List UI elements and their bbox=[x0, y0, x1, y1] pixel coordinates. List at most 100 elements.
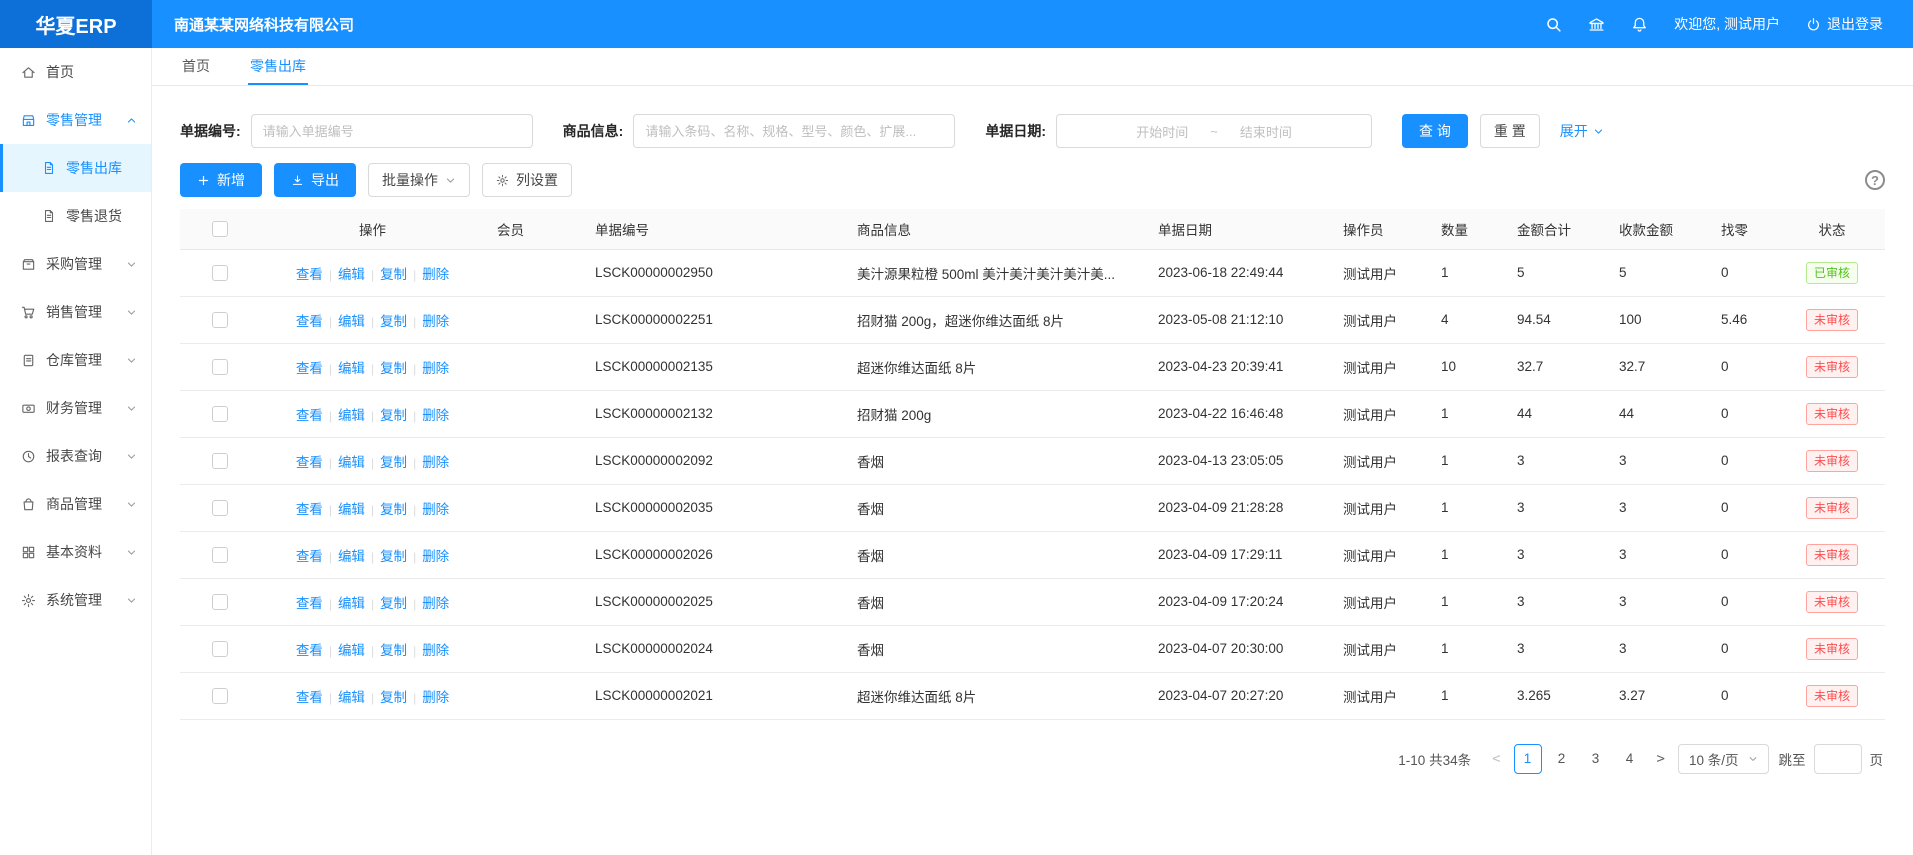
add-button[interactable]: 新增 bbox=[180, 163, 262, 197]
view-link[interactable]: 查看 bbox=[296, 361, 323, 376]
view-link[interactable]: 查看 bbox=[296, 643, 323, 658]
sidebar-item-sales[interactable]: 销售管理 bbox=[0, 288, 151, 336]
sidebar-item-retail-return[interactable]: 零售退货 bbox=[0, 192, 151, 240]
sidebar-item-report[interactable]: 报表查询 bbox=[0, 432, 151, 480]
edit-link[interactable]: 编辑 bbox=[338, 267, 365, 282]
delete-link[interactable]: 删除 bbox=[422, 361, 449, 376]
delete-link[interactable]: 删除 bbox=[422, 314, 449, 329]
delete-link[interactable]: 删除 bbox=[422, 596, 449, 611]
copy-link[interactable]: 复制 bbox=[380, 314, 407, 329]
sidebar-item-retail[interactable]: 零售管理 bbox=[0, 96, 151, 144]
delete-link[interactable]: 删除 bbox=[422, 690, 449, 705]
delete-link[interactable]: 删除 bbox=[422, 267, 449, 282]
date-range-picker[interactable]: 开始时间 ~ 结束时间 bbox=[1056, 114, 1372, 148]
edit-link[interactable]: 编辑 bbox=[338, 455, 365, 470]
edit-link[interactable]: 编辑 bbox=[338, 408, 365, 423]
sidebar-item-finance[interactable]: 财务管理 bbox=[0, 384, 151, 432]
row-checkbox[interactable] bbox=[212, 359, 228, 375]
row-checkbox[interactable] bbox=[212, 688, 228, 704]
copy-link[interactable]: 复制 bbox=[380, 596, 407, 611]
row-checkbox[interactable] bbox=[212, 500, 228, 516]
page-button-4[interactable]: 4 bbox=[1616, 744, 1644, 774]
view-link[interactable]: 查看 bbox=[296, 408, 323, 423]
row-checkbox[interactable] bbox=[212, 453, 228, 469]
expand-link[interactable]: 展开 bbox=[1560, 121, 1604, 141]
copy-link[interactable]: 复制 bbox=[380, 643, 407, 658]
row-checkbox[interactable] bbox=[212, 406, 228, 422]
reset-button[interactable]: 重 置 bbox=[1480, 114, 1540, 148]
copy-link[interactable]: 复制 bbox=[380, 549, 407, 564]
edit-link[interactable]: 编辑 bbox=[338, 596, 365, 611]
product-input[interactable] bbox=[633, 114, 955, 148]
tab-retail-outbound[interactable]: 零售出库 bbox=[248, 48, 308, 85]
cell-product: 招财猫 200g bbox=[845, 390, 1146, 437]
view-link[interactable]: 查看 bbox=[296, 690, 323, 705]
welcome-user[interactable]: 欢迎您, 测试用户 bbox=[1674, 14, 1780, 34]
sidebar-item-system[interactable]: 系统管理 bbox=[0, 576, 151, 624]
cell-total: 3 bbox=[1505, 484, 1607, 531]
view-link[interactable]: 查看 bbox=[296, 314, 323, 329]
cell-change: 5.46 bbox=[1709, 296, 1779, 343]
row-checkbox[interactable] bbox=[212, 594, 228, 610]
copy-link[interactable]: 复制 bbox=[380, 455, 407, 470]
edit-link[interactable]: 编辑 bbox=[338, 361, 365, 376]
copy-link[interactable]: 复制 bbox=[380, 690, 407, 705]
app-logo[interactable]: 华夏ERP bbox=[0, 0, 152, 48]
view-link[interactable]: 查看 bbox=[296, 502, 323, 517]
row-checkbox[interactable] bbox=[212, 265, 228, 281]
delete-link[interactable]: 删除 bbox=[422, 408, 449, 423]
delete-link[interactable]: 删除 bbox=[422, 643, 449, 658]
sidebar-item-home[interactable]: 首页 bbox=[0, 48, 151, 96]
chevron-down-icon bbox=[126, 403, 137, 414]
page-button-2[interactable]: 2 bbox=[1548, 744, 1576, 774]
bell-icon[interactable] bbox=[1631, 16, 1648, 33]
column-header-9: 找零 bbox=[1709, 209, 1779, 249]
bill-no-input[interactable] bbox=[251, 114, 533, 148]
cell-status: 未审核 bbox=[1779, 625, 1885, 672]
edit-link[interactable]: 编辑 bbox=[338, 690, 365, 705]
sidebar-item-label: 系统管理 bbox=[46, 590, 126, 610]
page-button-1[interactable]: 1 bbox=[1514, 744, 1542, 774]
tab-home[interactable]: 首页 bbox=[180, 48, 212, 85]
row-checkbox[interactable] bbox=[212, 641, 228, 657]
sidebar-item-product[interactable]: 商品管理 bbox=[0, 480, 151, 528]
search-button[interactable]: 查 询 bbox=[1402, 114, 1468, 148]
delete-link[interactable]: 删除 bbox=[422, 502, 449, 517]
edit-link[interactable]: 编辑 bbox=[338, 314, 365, 329]
sidebar-item-warehouse[interactable]: 仓库管理 bbox=[0, 336, 151, 384]
view-link[interactable]: 查看 bbox=[296, 267, 323, 282]
page-size-select[interactable]: 10 条/页 bbox=[1678, 744, 1769, 774]
row-checkbox[interactable] bbox=[212, 312, 228, 328]
delete-link[interactable]: 删除 bbox=[422, 455, 449, 470]
view-link[interactable]: 查看 bbox=[296, 549, 323, 564]
edit-link[interactable]: 编辑 bbox=[338, 643, 365, 658]
batch-actions-button[interactable]: 批量操作 bbox=[368, 163, 470, 197]
view-link[interactable]: 查看 bbox=[296, 596, 323, 611]
copy-link[interactable]: 复制 bbox=[380, 408, 407, 423]
edit-link[interactable]: 编辑 bbox=[338, 549, 365, 564]
page-button-3[interactable]: 3 bbox=[1582, 744, 1610, 774]
sidebar-item-basic[interactable]: 基本资料 bbox=[0, 528, 151, 576]
help-icon[interactable]: ? bbox=[1865, 170, 1885, 190]
jump-page-input[interactable] bbox=[1814, 744, 1862, 774]
edit-link[interactable]: 编辑 bbox=[338, 502, 365, 517]
copy-link[interactable]: 复制 bbox=[380, 267, 407, 282]
export-button[interactable]: 导出 bbox=[274, 163, 356, 197]
select-all-checkbox[interactable] bbox=[212, 221, 228, 237]
bank-icon[interactable] bbox=[1588, 16, 1605, 33]
action-divider: | bbox=[413, 644, 416, 658]
search-icon[interactable] bbox=[1545, 16, 1562, 33]
column-settings-button[interactable]: 列设置 bbox=[482, 163, 572, 197]
bill-no-label: 单据编号: bbox=[180, 121, 241, 141]
action-divider: | bbox=[371, 503, 374, 517]
logout-button[interactable]: 退出登录 bbox=[1806, 14, 1883, 34]
row-checkbox[interactable] bbox=[212, 547, 228, 563]
prev-page-button[interactable]: < bbox=[1489, 751, 1503, 767]
next-page-button[interactable]: > bbox=[1654, 751, 1668, 767]
delete-link[interactable]: 删除 bbox=[422, 549, 449, 564]
sidebar-item-retail-outbound[interactable]: 零售出库 bbox=[0, 144, 151, 192]
copy-link[interactable]: 复制 bbox=[380, 361, 407, 376]
sidebar-item-purchase[interactable]: 采购管理 bbox=[0, 240, 151, 288]
copy-link[interactable]: 复制 bbox=[380, 502, 407, 517]
view-link[interactable]: 查看 bbox=[296, 455, 323, 470]
